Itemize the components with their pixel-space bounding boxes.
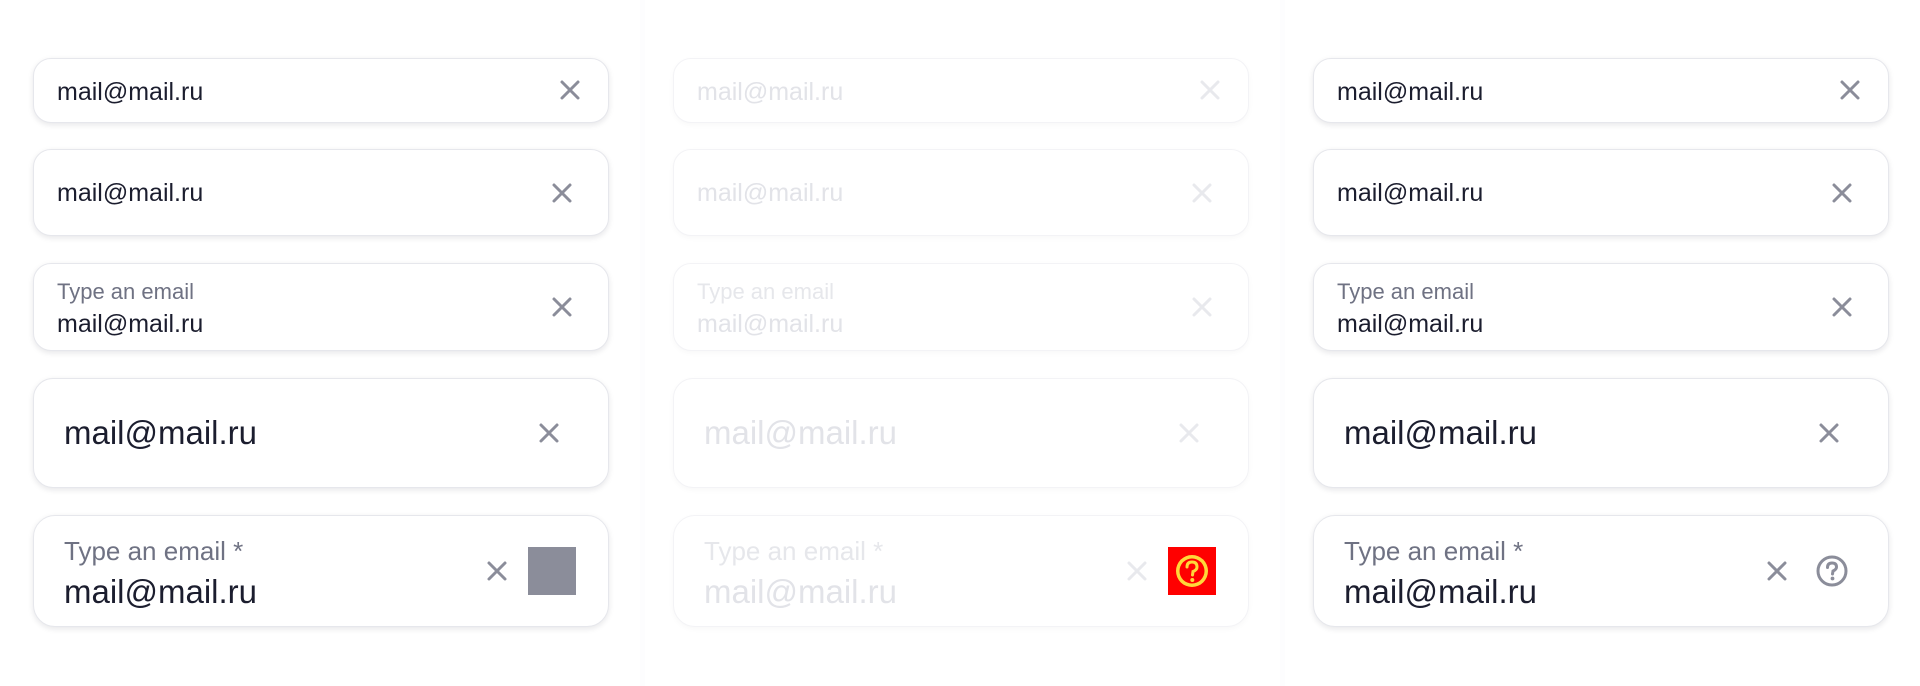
email-field-medium-disabled: mail@mail.ru <box>673 149 1249 236</box>
clear-icon <box>1175 419 1203 447</box>
email-field-medium[interactable]: mail@mail.ru <box>33 149 609 236</box>
email-field-large-disabled: mail@mail.ru <box>673 378 1249 488</box>
email-field-large[interactable]: mail@mail.ru <box>33 378 609 488</box>
email-value[interactable]: mail@mail.ru <box>64 573 257 611</box>
question-circle-icon[interactable] <box>1808 547 1856 595</box>
email-value[interactable]: mail@mail.ru <box>1337 179 1483 208</box>
red-help-badge-icon <box>1168 547 1216 595</box>
email-value[interactable]: mail@mail.ru <box>64 414 257 452</box>
field-label: Type an email * <box>1344 536 1524 566</box>
email-value[interactable]: mail@mail.ru <box>1344 573 1537 611</box>
email-field-small[interactable]: mail@mail.ru <box>33 58 609 123</box>
field-label: Type an email <box>697 279 834 304</box>
email-field-small[interactable]: mail@mail.ru <box>1313 58 1889 123</box>
clear-icon[interactable] <box>1828 293 1856 321</box>
email-value[interactable]: mail@mail.ru <box>57 78 203 107</box>
clear-icon[interactable] <box>1763 557 1791 585</box>
gray-square-placeholder-icon <box>528 547 576 595</box>
clear-icon <box>1123 557 1151 585</box>
clear-icon[interactable] <box>483 557 511 585</box>
email-field-labeled[interactable]: Type an email mail@mail.ru <box>1313 263 1889 351</box>
email-field-labeled[interactable]: Type an email mail@mail.ru <box>33 263 609 351</box>
clear-icon[interactable] <box>535 419 563 447</box>
email-value[interactable]: mail@mail.ru <box>57 310 203 339</box>
field-label: Type an email <box>1337 279 1474 304</box>
email-field-small-disabled: mail@mail.ru <box>673 58 1249 123</box>
email-value: mail@mail.ru <box>697 310 844 338</box>
email-value: mail@mail.ru <box>697 179 844 207</box>
email-value[interactable]: mail@mail.ru <box>1344 414 1537 452</box>
email-value: mail@mail.ru <box>704 414 898 451</box>
email-value: mail@mail.ru <box>697 78 844 106</box>
clear-icon[interactable] <box>548 293 576 321</box>
clear-icon[interactable] <box>1815 419 1843 447</box>
email-field-large-labeled[interactable]: Type an email * mail@mail.ru <box>1313 515 1889 627</box>
email-field-medium[interactable]: mail@mail.ru <box>1313 149 1889 236</box>
clear-icon <box>1188 179 1216 207</box>
field-label: Type an email <box>57 279 194 304</box>
email-value: mail@mail.ru <box>704 573 898 610</box>
clear-icon <box>1188 293 1216 321</box>
email-field-large-labeled-disabled: Type an email * mail@mail.ru <box>673 515 1249 627</box>
field-label: Type an email * <box>64 536 244 566</box>
field-label: Type an email * <box>704 536 884 566</box>
email-field-large[interactable]: mail@mail.ru <box>1313 378 1889 488</box>
email-value[interactable]: mail@mail.ru <box>57 179 203 208</box>
clear-icon[interactable] <box>1836 76 1864 104</box>
email-value[interactable]: mail@mail.ru <box>1337 310 1483 339</box>
email-field-labeled-disabled: Type an email mail@mail.ru <box>673 263 1249 351</box>
clear-icon[interactable] <box>556 76 584 104</box>
clear-icon[interactable] <box>548 179 576 207</box>
email-field-large-labeled[interactable]: Type an email * mail@mail.ru <box>33 515 609 627</box>
clear-icon <box>1196 76 1224 104</box>
email-value[interactable]: mail@mail.ru <box>1337 78 1483 107</box>
clear-icon[interactable] <box>1828 179 1856 207</box>
